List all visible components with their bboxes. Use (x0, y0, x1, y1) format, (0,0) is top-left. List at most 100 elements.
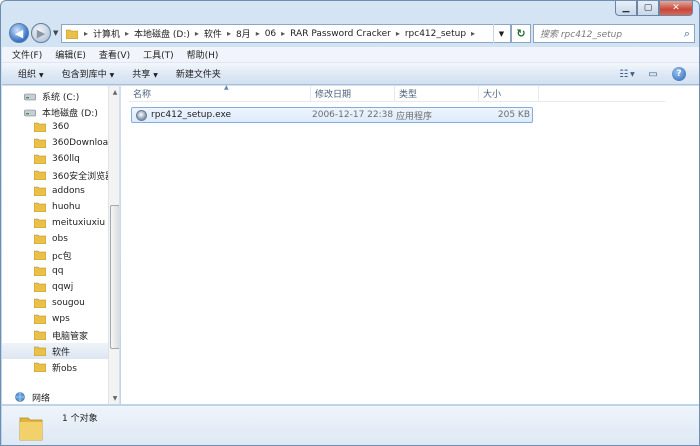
tree-item-folder[interactable]: 360llq (2, 151, 108, 167)
tree-item-label: 电脑管家 (52, 331, 89, 342)
back-arrow-icon: ◀ (14, 26, 24, 40)
share-button[interactable]: 共享 ▼ (132, 67, 158, 80)
tree-item-label: 本地磁盘 (D:) (42, 108, 98, 119)
column-header-size[interactable]: 大小 (479, 85, 539, 102)
tree-item-folder[interactable]: 电脑管家 (2, 327, 108, 343)
sort-ascending-icon: ▲ (224, 83, 229, 91)
folder-icon (19, 417, 43, 441)
breadcrumb-rpc412-setup[interactable]: rpc412_setup (403, 29, 468, 39)
tree-item-folder[interactable]: 新obs (2, 359, 108, 375)
breadcrumb-separator[interactable]: ▸ (81, 29, 91, 38)
address-bar[interactable]: ▸ 计算机 ▸ 本地磁盘 (D:) ▸ 软件 ▸ 8月 ▸ 06 ▸ RAR P… (61, 24, 511, 43)
tree-item-label: addons (52, 186, 85, 196)
column-header-modified[interactable]: 修改日期 (311, 85, 395, 102)
scroll-up-arrow[interactable]: ▲ (109, 86, 119, 98)
folder-icon (34, 266, 46, 276)
breadcrumb-computer[interactable]: 计算机 (91, 27, 122, 40)
organize-label: 组织 (18, 70, 37, 80)
file-modified: 2006-12-17 22:38 (312, 110, 394, 120)
breadcrumb-separator[interactable]: ▸ (122, 29, 132, 38)
column-header-type[interactable]: 类型 (395, 85, 479, 102)
chevron-down-icon: ▼ (498, 29, 505, 38)
network-icon (15, 392, 25, 402)
recent-pages-dropdown[interactable]: ▼ (53, 29, 58, 37)
breadcrumb-separator[interactable]: ▸ (253, 29, 263, 38)
menu-file[interactable]: 文件(F) (12, 48, 42, 61)
tree-item-drive[interactable]: 系统 (C:) (2, 88, 108, 104)
folder-icon (34, 314, 46, 324)
tree-item-label: huohu (52, 202, 81, 212)
tree-item-folder[interactable]: meituxiuxiu (2, 215, 108, 231)
tree-item-folder[interactable]: qq (2, 263, 108, 279)
chevron-down-icon: ▼ (630, 70, 635, 78)
breadcrumb-august[interactable]: 8月 (234, 27, 253, 40)
tree-item-label: 360 (52, 122, 70, 132)
tree-item-folder[interactable]: wps (2, 311, 108, 327)
search-input[interactable]: 搜索 rpc412_setup ⌕ (533, 24, 695, 43)
tree-item-folder[interactable]: 360安全浏览器 (2, 167, 114, 183)
scrollbar-thumb[interactable] (110, 205, 119, 349)
column-header-name[interactable]: 名称 ▲ (129, 83, 311, 102)
tree-item-folder[interactable]: huohu (2, 199, 108, 215)
tree-item-folder[interactable]: pc包 (2, 247, 108, 263)
navigation-pane[interactable]: 系统 (C:) 本地磁盘 (D:) 360 360Downloads 360llq 360… (2, 86, 120, 404)
search-icon[interactable]: ⌕ (684, 27, 690, 41)
breadcrumb-separator[interactable]: ▸ (468, 29, 478, 38)
explorer-window: ▁ ▢ ✕ ◀ ▶ ▼ ▸ 计算机 ▸ 本地磁盘 (D:) ▸ 软件 ▸ 8月 … (0, 0, 700, 446)
tree-item-label: 软件 (52, 347, 71, 358)
file-row[interactable]: rpc412_setup.exe 2006-12-17 22:38 应用程序 2… (131, 107, 533, 123)
folder-icon (34, 330, 46, 340)
menu-edit[interactable]: 编辑(E) (55, 48, 86, 61)
help-button[interactable]: ? (670, 66, 688, 82)
new-folder-label: 新建文件夹 (175, 70, 221, 80)
file-size-cell: 205 KB (480, 110, 530, 120)
breadcrumb-rar-password-cracker[interactable]: RAR Password Cracker (288, 29, 393, 39)
breadcrumb-06[interactable]: 06 (263, 29, 278, 39)
menu-tools[interactable]: 工具(T) (143, 48, 174, 61)
tree-item-folder[interactable]: addons (2, 183, 108, 199)
close-button[interactable]: ✕ (659, 1, 693, 16)
breadcrumb-separator[interactable]: ▸ (278, 29, 288, 38)
breadcrumb-drive-d[interactable]: 本地磁盘 (D:) (132, 27, 192, 40)
tree-item-folder[interactable]: obs (2, 231, 108, 247)
caption-buttons: ▁ ▢ ✕ (615, 1, 693, 16)
minimize-button[interactable]: ▁ (615, 1, 637, 16)
breadcrumb-separator[interactable]: ▸ (192, 29, 202, 38)
breadcrumb-separator[interactable]: ▸ (393, 29, 403, 38)
change-view-button[interactable]: ☷ ▼ (618, 66, 636, 82)
tree-item-label: pc包 (52, 251, 72, 262)
tree-item-folder[interactable]: 软件 (2, 343, 108, 359)
include-in-library-button[interactable]: 包含到库中 ▼ (62, 67, 115, 80)
file-type-cell: 应用程序 (396, 109, 480, 122)
folder-icon (34, 154, 46, 164)
forward-button[interactable]: ▶ (31, 23, 51, 43)
tree-item-folder[interactable]: sougou (2, 295, 108, 311)
new-folder-button[interactable]: 新建文件夹 (176, 67, 221, 80)
organize-button[interactable]: 组织 ▼ (18, 67, 44, 80)
refresh-button[interactable]: ↻ (511, 24, 531, 43)
tree-item-folder[interactable]: qqwj (2, 279, 108, 295)
breadcrumb-separator[interactable]: ▸ (224, 29, 234, 38)
folder-icon (66, 29, 78, 39)
breadcrumb-software[interactable]: 软件 (202, 27, 224, 40)
tree-item-network[interactable]: 网络 (2, 389, 108, 404)
tree-item-drive[interactable]: 本地磁盘 (D:) (2, 104, 108, 120)
menu-help[interactable]: 帮助(H) (187, 48, 219, 61)
tree-item-label: wps (52, 314, 70, 324)
nav-scrollbar[interactable]: ▲ ▼ (108, 86, 119, 404)
maximize-button[interactable]: ▢ (637, 1, 659, 16)
share-label: 共享 (132, 70, 151, 80)
scroll-down-arrow[interactable]: ▼ (109, 392, 119, 404)
file-list-pane[interactable]: 名称 ▲ 修改日期 类型 大小 rpc412_setup.exe 2006-12-… (121, 83, 699, 404)
tree-item-label: 360llq (52, 154, 80, 164)
refresh-icon: ↻ (516, 27, 526, 40)
tree-item-label: 网络 (32, 393, 51, 404)
tree-item-folder[interactable]: 360Downloads (2, 135, 119, 151)
menu-view[interactable]: 查看(V) (99, 48, 130, 61)
include-in-library-label: 包含到库中 (61, 70, 107, 80)
preview-pane-button[interactable]: ▭ (644, 66, 662, 82)
tree-item-folder[interactable]: 360 (2, 119, 108, 135)
address-history-dropdown[interactable]: ▼ (493, 24, 509, 43)
application-icon (136, 109, 147, 121)
back-button[interactable]: ◀ (9, 23, 29, 43)
